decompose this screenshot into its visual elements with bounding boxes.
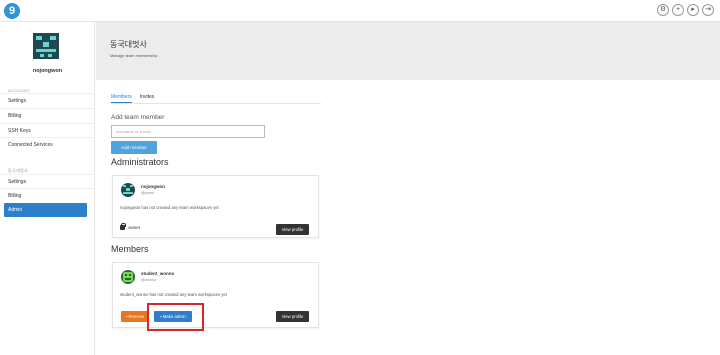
sidebar-item-ssh-keys[interactable]: SSH Keys [0,123,95,137]
remove-label: Remove [128,314,145,319]
members-heading: Members [111,244,149,254]
avatar [121,183,135,197]
administrators-heading: Administrators [111,157,169,167]
top-icons: ⚙ + ▸ ⇥ [657,4,714,16]
tabs: Members Invites [111,94,154,103]
sidebar-username: nojongwon [32,68,63,74]
page-header: 동국대멋사 Manage team membership [96,22,720,80]
admin-handle: @jonno [141,191,155,195]
logout-icon[interactable]: ⇥ [702,4,714,16]
sidebar-item-account-settings[interactable]: Settings [0,93,95,107]
admin-name: nojongwon [141,184,165,189]
settings-icon[interactable]: ⚙ [657,4,669,16]
member-view-profile-button[interactable]: View profile [276,311,309,322]
admin-role: owner [120,223,141,230]
tab-divider [111,103,321,104]
admin-role-label: owner [128,225,141,230]
member-workspace-note: student_wonno has not created any team w… [120,292,227,297]
tab-members[interactable]: Members [111,94,132,103]
remove-member-button[interactable]: ▪ Remove [121,311,149,322]
member-card: student_wonno @wonno student_wonno has n… [112,262,319,328]
sidebar-item-account-billing[interactable]: Billing [0,108,95,122]
member-handle: @wonno [141,278,157,282]
plus-icon[interactable]: + [672,4,684,16]
add-member-input[interactable]: username or e-mail [111,125,265,138]
member-name: student_wonno [141,271,175,276]
lock-icon [120,223,126,230]
highlight-box [147,303,204,331]
cloud9-logo-icon[interactable]: 9 [4,3,20,19]
admin-card: nojongwon @jonno nojongwon has not creat… [112,175,319,238]
page-subtitle: Manage team membership [110,53,158,58]
play-icon[interactable]: ▸ [687,4,699,16]
avatar [121,270,135,284]
tab-invites[interactable]: Invites [140,94,154,103]
top-bar: 9 ⚙ + ▸ ⇥ [0,0,720,22]
add-member-label: Add team member [111,114,165,121]
page-title: 동국대멋사 [110,40,147,49]
admin-view-profile-button[interactable]: View profile [276,224,309,235]
sidebar-item-admin[interactable]: Admin [4,203,87,217]
sidebar-item-connected-services[interactable]: Connected Services [0,137,95,151]
sidebar-item-team-billing[interactable]: Billing [0,188,95,202]
sidebar: nojongwon ACCOUNT Settings Billing SSH K… [0,22,95,355]
sidebar-item-team-settings[interactable]: Settings [0,174,95,188]
avatar [33,33,59,59]
add-member-button[interactable]: Add member [111,141,157,154]
admin-workspace-note: nojongwon has not created any team works… [120,205,219,210]
